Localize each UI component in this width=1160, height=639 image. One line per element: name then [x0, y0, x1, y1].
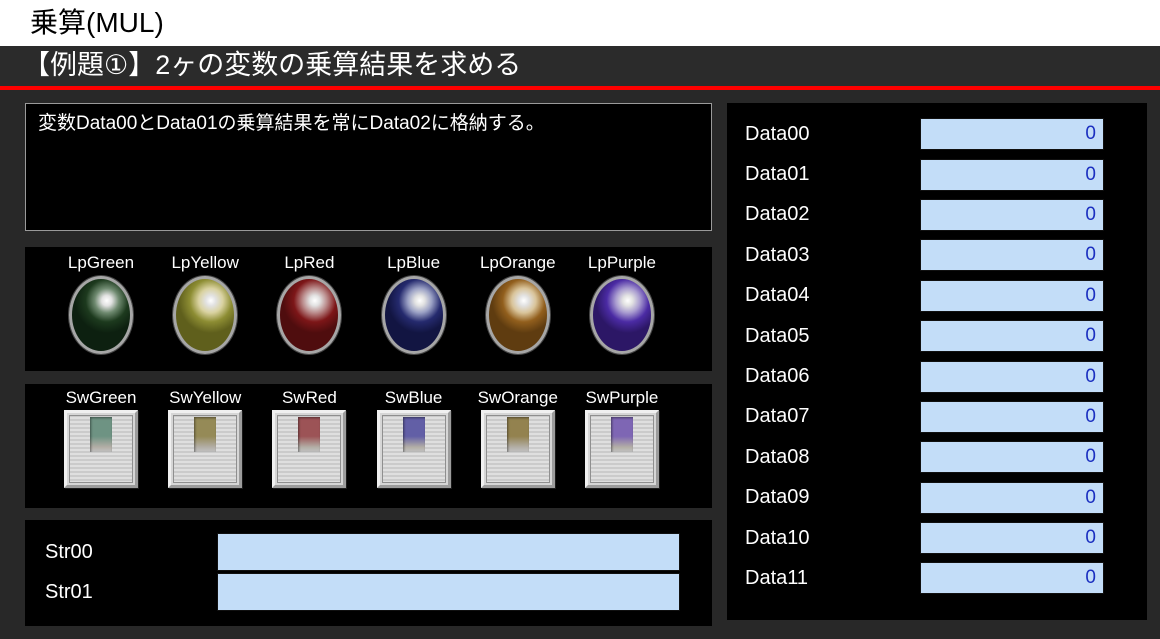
- data00-label: Data00: [745, 122, 810, 145]
- data03-value-field[interactable]: 0: [920, 239, 1104, 272]
- data02-label: Data02: [745, 203, 810, 226]
- data-row-data07: Data07 0: [727, 397, 1147, 437]
- lamp-label-blue: LpBlue: [387, 253, 441, 272]
- switch-orange-button[interactable]: [480, 410, 555, 488]
- data07-label: Data07: [745, 405, 810, 428]
- data07-value-field[interactable]: 0: [920, 400, 1104, 433]
- data06-label: Data06: [745, 365, 810, 388]
- data01-label: Data01: [745, 163, 810, 186]
- data-row-data01: Data01 0: [727, 154, 1147, 194]
- switch-red-slot-icon: [298, 417, 321, 452]
- switch-blue-button[interactable]: [376, 410, 451, 488]
- string-panel: Str00 Str01: [25, 520, 712, 626]
- data-row-data08: Data08 0: [727, 437, 1147, 477]
- switch-label-orange: SwOrange: [477, 388, 558, 407]
- lamp-group-purple: LpPurple: [570, 253, 674, 371]
- data10-value-field[interactable]: 0: [920, 522, 1104, 555]
- lamp-group-orange: LpOrange: [466, 253, 570, 371]
- data09-label: Data09: [745, 486, 810, 509]
- lamp-group-green: LpGreen: [49, 253, 153, 371]
- switch-label-red: SwRed: [281, 388, 337, 407]
- switch-label-green: SwGreen: [65, 388, 137, 407]
- lamp-yellow-indicator: [173, 276, 238, 354]
- data06-value-field[interactable]: 0: [920, 360, 1104, 393]
- data09-value-field[interactable]: 0: [920, 481, 1104, 514]
- switch-group-purple: SwPurple: [570, 388, 674, 508]
- switch-group-orange: SwOrange: [466, 388, 570, 508]
- data08-value-field[interactable]: 0: [920, 441, 1104, 474]
- switch-yellow-slot-icon: [194, 417, 217, 452]
- lamp-orange-indicator: [485, 276, 550, 354]
- switch-purple-button[interactable]: [584, 410, 659, 488]
- section-header-title: 【例題①】2ヶの変数の乗算結果を求める: [23, 50, 522, 80]
- lamp-label-green: LpGreen: [67, 253, 135, 272]
- lamp-green-indicator: [69, 276, 133, 354]
- switch-green-button[interactable]: [64, 410, 138, 488]
- switch-orange-slot-icon: [506, 417, 529, 452]
- data10-label: Data10: [745, 526, 810, 549]
- lamp-label-yellow: LpYellow: [171, 253, 239, 272]
- data01-value-field[interactable]: 0: [920, 158, 1104, 191]
- data08-label: Data08: [745, 445, 810, 468]
- switch-green-slot-icon: [90, 417, 112, 452]
- lamp-group-red: LpRed: [257, 253, 361, 371]
- data-row-data10: Data10 0: [727, 518, 1147, 558]
- switch-blue-slot-icon: [402, 417, 425, 452]
- switch-panel: SwGreen SwYellow SwRed SwBlue SwOrange S…: [25, 384, 712, 508]
- lamp-label-purple: LpPurple: [587, 253, 656, 272]
- switch-label-yellow: SwYellow: [169, 388, 242, 407]
- data-row-data09: Data09 0: [727, 478, 1147, 518]
- data-row-data05: Data05 0: [727, 316, 1147, 356]
- switch-group-red: SwRed: [257, 388, 361, 508]
- switch-label-purple: SwPurple: [585, 388, 659, 407]
- data-row-data03: Data03 0: [727, 235, 1147, 275]
- description-panel: 変数Data00とData01の乗算結果を常にData02に格納する。: [25, 103, 712, 231]
- lamp-red-indicator: [277, 276, 342, 354]
- title-bar: 乗算(MUL): [0, 0, 1160, 46]
- switch-group-yellow: SwYellow: [153, 388, 257, 508]
- data-row-data02: Data02 0: [727, 195, 1147, 235]
- data02-value-field[interactable]: 0: [920, 198, 1104, 231]
- lamp-group-yellow: LpYellow: [153, 253, 257, 371]
- data-register-panel: Data00 0 Data01 0 Data02 0 Data03 0 Data…: [727, 103, 1147, 620]
- data04-value-field[interactable]: 0: [920, 279, 1104, 312]
- data05-value-field[interactable]: 0: [920, 320, 1104, 353]
- switch-red-button[interactable]: [272, 410, 347, 488]
- data-row-data11: Data11 0: [727, 558, 1147, 598]
- string-row: Str00: [25, 533, 712, 571]
- data-row-data06: Data06 0: [727, 356, 1147, 396]
- data11-label: Data11: [745, 566, 809, 589]
- data04-label: Data04: [745, 284, 810, 307]
- section-header-bar: 【例題①】2ヶの変数の乗算結果を求める: [0, 46, 1160, 90]
- data-row-data04: Data04 0: [727, 276, 1147, 316]
- data00-value-field[interactable]: 0: [920, 118, 1104, 151]
- lamp-label-red: LpRed: [284, 253, 335, 272]
- data03-label: Data03: [745, 243, 810, 266]
- string-row: Str01: [25, 573, 712, 611]
- lamp-purple-indicator: [589, 276, 654, 354]
- str01-label: Str01: [45, 581, 93, 603]
- str00-label: Str00: [45, 541, 93, 563]
- switch-label-blue: SwBlue: [384, 388, 443, 407]
- page-title: 乗算(MUL): [30, 7, 164, 38]
- switch-yellow-button[interactable]: [168, 410, 243, 488]
- lamp-blue-indicator: [381, 276, 446, 354]
- lamp-panel: LpGreen LpYellow LpRed LpBlue LpOrange L…: [25, 247, 712, 371]
- switch-group-blue: SwBlue: [362, 388, 466, 508]
- lamp-label-orange: LpOrange: [479, 253, 556, 272]
- data-row-data00: Data00 0: [727, 114, 1147, 154]
- str01-input[interactable]: [217, 573, 680, 611]
- description-text: 変数Data00とData01の乗算結果を常にData02に格納する。: [38, 113, 545, 134]
- lamp-group-blue: LpBlue: [362, 253, 466, 371]
- switch-group-green: SwGreen: [49, 388, 153, 508]
- data05-label: Data05: [745, 324, 810, 347]
- switch-purple-slot-icon: [610, 417, 633, 452]
- data11-value-field[interactable]: 0: [920, 562, 1104, 595]
- str00-input[interactable]: [217, 533, 680, 571]
